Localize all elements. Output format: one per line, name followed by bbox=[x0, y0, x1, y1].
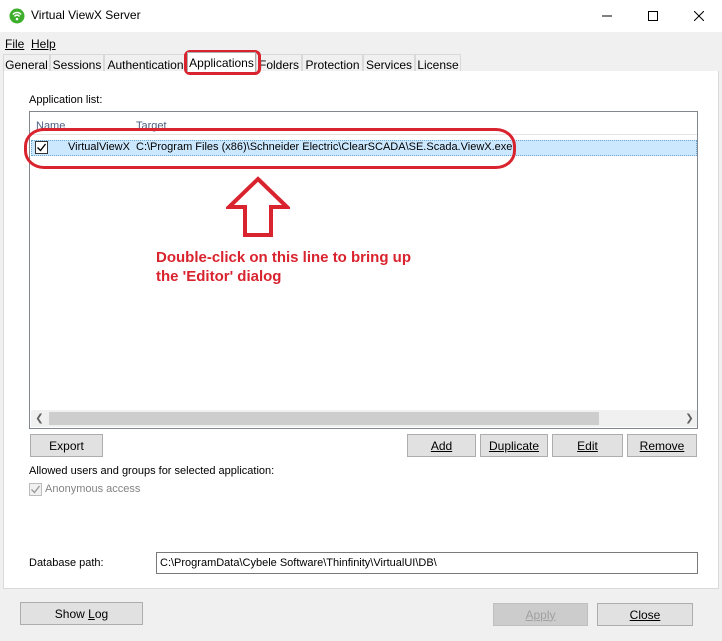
close-window-button[interactable] bbox=[676, 0, 722, 32]
annotation-line-1: Double-click on this line to bring up bbox=[156, 249, 411, 266]
annotation-row-highlight bbox=[24, 128, 516, 169]
close-icon bbox=[694, 11, 704, 21]
tab-sessions[interactable]: Sessions bbox=[50, 54, 104, 72]
database-path-label: Database path: bbox=[29, 557, 104, 569]
close-button[interactable]: Close bbox=[597, 603, 693, 626]
add-button[interactable]: Add bbox=[407, 434, 476, 457]
maximize-icon bbox=[648, 11, 658, 21]
annotation-line-2: the 'Editor' dialog bbox=[156, 268, 282, 285]
minimize-icon bbox=[602, 15, 612, 17]
minimize-button[interactable] bbox=[584, 0, 630, 32]
menu-help[interactable]: Help bbox=[31, 37, 56, 51]
wifi-broadcast-icon bbox=[9, 8, 25, 24]
allowed-users-label: Allowed users and groups for selected ap… bbox=[29, 465, 275, 477]
up-arrow-icon bbox=[224, 176, 292, 238]
show-log-button[interactable]: Show Log bbox=[20, 602, 143, 625]
application-list-label: Application list: bbox=[29, 94, 103, 106]
tab-license[interactable]: License bbox=[415, 54, 461, 72]
tab-folders[interactable]: Folders bbox=[256, 54, 302, 72]
scroll-right-icon[interactable]: ❯ bbox=[681, 410, 697, 427]
tab-applications[interactable]: Applications bbox=[187, 52, 256, 72]
anonymous-access-checkbox[interactable] bbox=[29, 483, 42, 496]
maximize-button[interactable] bbox=[630, 0, 676, 32]
remove-button[interactable]: Remove bbox=[627, 434, 697, 457]
window-title: Virtual ViewX Server bbox=[31, 8, 141, 22]
tab-general[interactable]: General bbox=[3, 54, 50, 72]
duplicate-button[interactable]: Duplicate bbox=[480, 434, 548, 457]
apply-button[interactable]: Apply bbox=[493, 603, 588, 626]
database-path-input[interactable]: C:\ProgramData\Cybele Software\Thinfinit… bbox=[156, 552, 698, 574]
tab-authentication[interactable]: Authentication bbox=[104, 54, 187, 72]
annotation-text: Double-click on this line to bring up th… bbox=[156, 248, 456, 286]
scroll-left-icon[interactable]: ❮ bbox=[31, 410, 48, 427]
export-button[interactable]: Export bbox=[30, 434, 103, 457]
horizontal-scrollbar[interactable]: ❮ ❯ bbox=[31, 410, 697, 427]
anonymous-access-label: Anonymous access bbox=[45, 483, 141, 495]
tab-protection[interactable]: Protection bbox=[302, 54, 363, 72]
menu-file[interactable]: File bbox=[5, 37, 24, 51]
edit-button[interactable]: Edit bbox=[552, 434, 623, 457]
checkmark-icon bbox=[31, 485, 41, 494]
scrollbar-thumb[interactable] bbox=[49, 412, 599, 425]
tab-services[interactable]: Services bbox=[363, 54, 415, 72]
